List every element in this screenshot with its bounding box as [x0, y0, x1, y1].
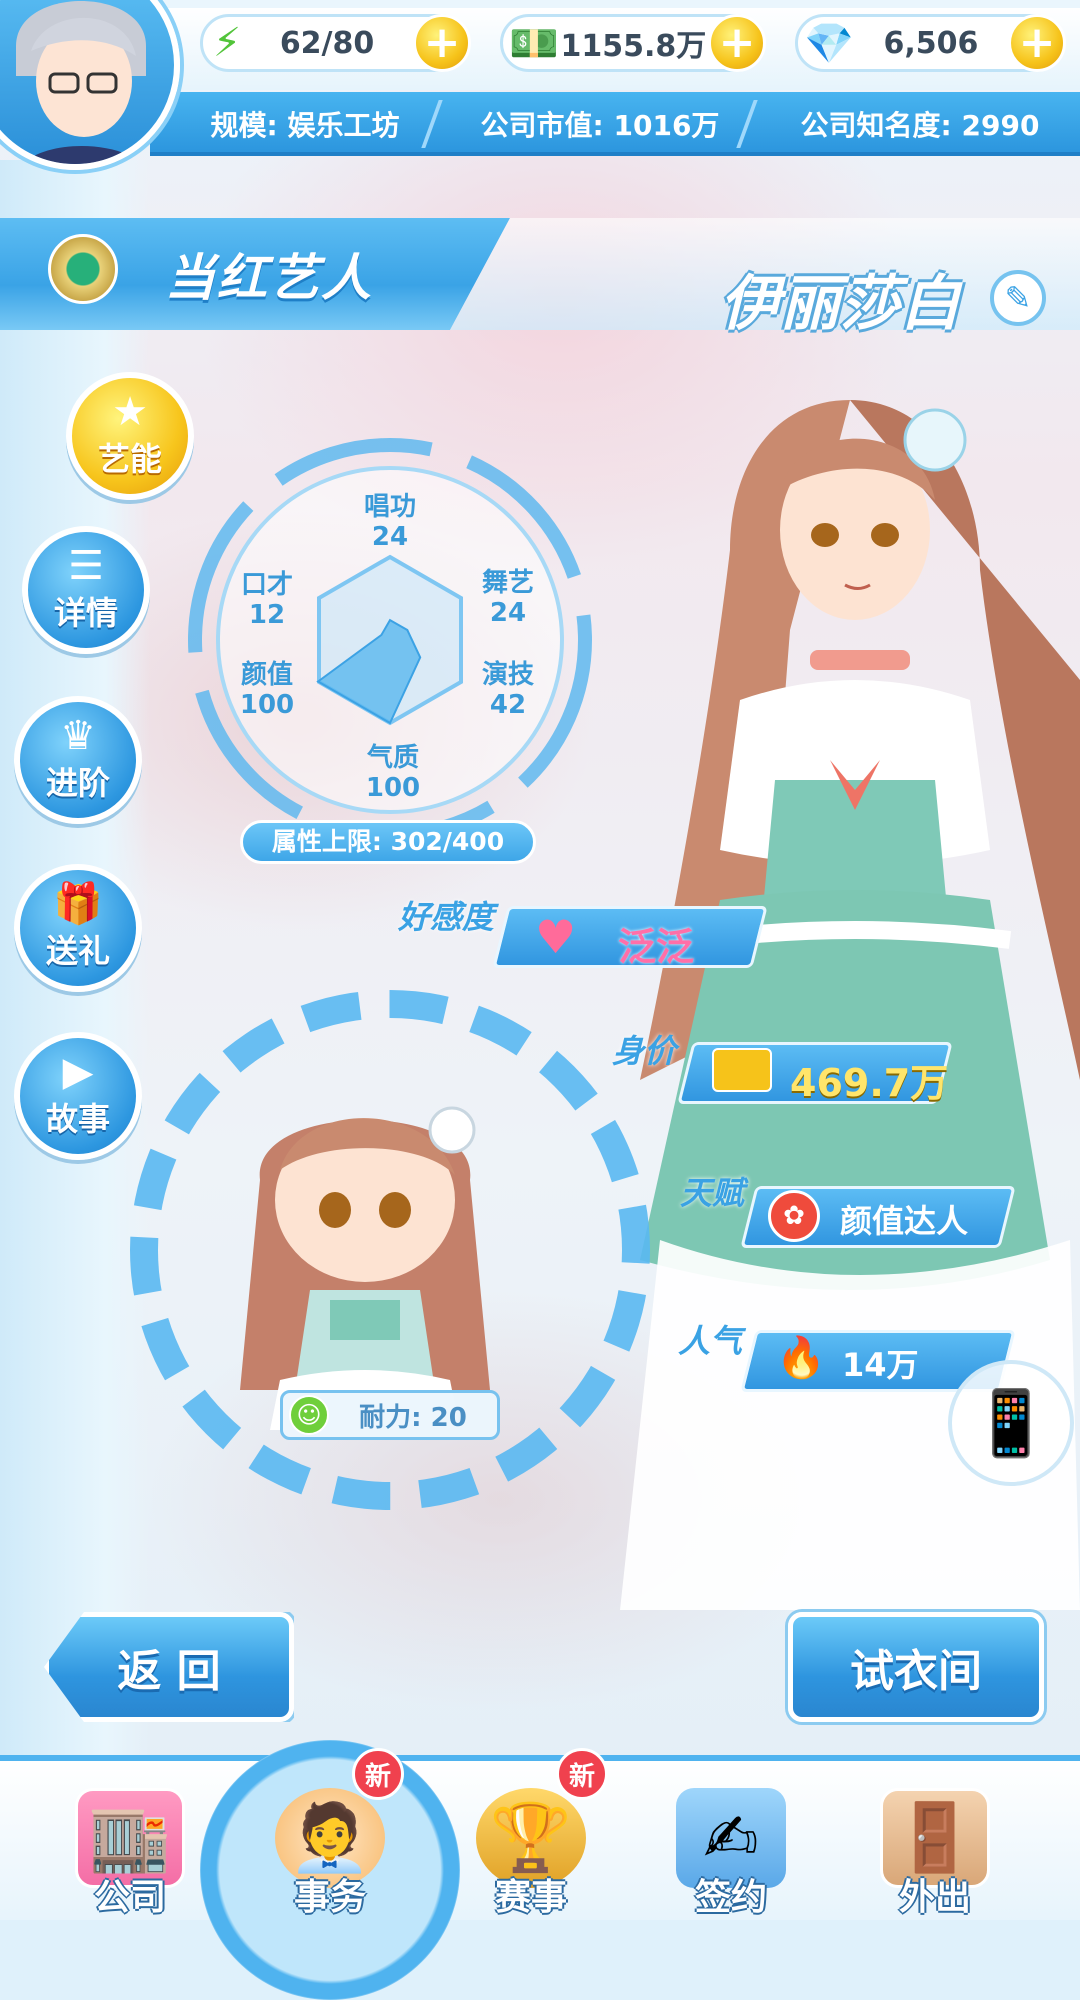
- attr-label: 口才: [240, 570, 293, 600]
- side-tab-label: 艺能: [97, 440, 162, 478]
- company-value: 公司市值: 1016万: [480, 109, 720, 142]
- attr-value: 100: [239, 690, 295, 720]
- cash-icon: 💵: [509, 20, 559, 67]
- tab-label: 外出: [898, 1877, 971, 1918]
- stamina-value: 耐力: 20: [359, 1402, 467, 1433]
- tab-label: 签约: [694, 1877, 767, 1918]
- favor-value: 泛泛: [618, 925, 695, 969]
- attr-value: 100: [365, 773, 421, 803]
- gift-icon: 🎁: [53, 881, 103, 927]
- talent-label: 天赋: [680, 1174, 745, 1212]
- popularity-label: 人气: [678, 1322, 743, 1360]
- add-money-button[interactable]: +: [708, 14, 766, 72]
- tab-contract[interactable]: ✍ 签约: [646, 1770, 816, 1920]
- side-tab-details[interactable]: ☰ 详情: [22, 526, 150, 654]
- attr-sing: 唱功 24: [335, 492, 445, 552]
- smile-icon: ☺: [289, 1395, 329, 1435]
- attr-value: 42: [489, 690, 527, 720]
- energy-value: 62/80: [279, 25, 375, 61]
- attr-label: 演技: [481, 660, 534, 690]
- attr-value: 24: [489, 598, 527, 628]
- tab-label: 事务: [293, 1877, 366, 1918]
- wardrobe-button[interactable]: 试衣间: [788, 1612, 1044, 1722]
- gem-icon: 💎: [804, 20, 854, 67]
- heart-icon: ♥: [535, 910, 577, 964]
- attr-label: 舞艺: [481, 568, 534, 598]
- rank-gem-icon: [48, 234, 118, 304]
- side-tab-advance[interactable]: ♛ 进阶: [14, 696, 142, 824]
- new-badge: 新: [352, 1748, 404, 1800]
- side-tab-label: 故事: [45, 1100, 110, 1138]
- money-stat: 💵 1155.8万 +: [500, 14, 766, 72]
- tab-company[interactable]: 🏬 公司: [45, 1770, 215, 1920]
- card-dollar-icon: [712, 1048, 772, 1092]
- energy-stat: ⚡ 62/80 +: [200, 14, 471, 72]
- attr-label: 气质: [366, 743, 419, 773]
- talent-value: 颜值达人: [840, 1202, 969, 1240]
- attr-temperament: 气质 100: [338, 743, 448, 803]
- attr-dance: 舞艺 24: [453, 568, 563, 628]
- attr-label: 唱功: [363, 492, 416, 522]
- company-fame: 公司知名度: 2990: [800, 109, 1040, 142]
- flame-icon: 🔥: [776, 1335, 826, 1381]
- popularity-value: 14万: [842, 1346, 919, 1384]
- add-energy-button[interactable]: +: [413, 14, 471, 72]
- tab-label: 公司: [93, 1877, 166, 1918]
- talent-badge-icon: ✿: [768, 1190, 820, 1242]
- play-icon: ▶: [62, 1049, 94, 1095]
- attr-looks: 颜值 100: [212, 660, 322, 720]
- favor-label: 好感度: [398, 898, 495, 936]
- gem-stat: 💎 6,506 +: [795, 14, 1066, 72]
- worth-value: 469.7万: [790, 1061, 949, 1105]
- artist-name: 伊丽莎白: [720, 269, 960, 339]
- page-title: 当红艺人: [165, 249, 373, 307]
- edit-name-button[interactable]: ✎: [990, 270, 1046, 326]
- attr-value: 24: [371, 522, 409, 552]
- side-tab-story[interactable]: ▶ 故事: [14, 1032, 142, 1160]
- pencil-icon: ✎: [1004, 279, 1032, 317]
- phone-button[interactable]: 📱: [948, 1360, 1074, 1486]
- chibi-character[interactable]: [220, 1060, 510, 1440]
- attr-value: 12: [248, 600, 286, 630]
- worth-label: 身价: [612, 1032, 677, 1070]
- attr-eloquence: 口才 12: [212, 570, 322, 630]
- add-gem-button[interactable]: +: [1008, 14, 1066, 72]
- side-tab-label: 详情: [53, 594, 118, 632]
- stamina-indicator: ☺ 耐力: 20: [280, 1390, 500, 1440]
- side-tab-label: 送礼: [45, 932, 110, 970]
- attr-label: 颜值: [240, 660, 293, 690]
- list-icon: ☰: [68, 543, 104, 589]
- new-badge: 新: [556, 1748, 608, 1800]
- company-scale: 规模: 娱乐工坊: [210, 109, 400, 142]
- star-icon: ★: [112, 389, 148, 435]
- back-button[interactable]: 返 回: [44, 1612, 294, 1722]
- attribute-limit: 属性上限: 302/400: [240, 820, 536, 864]
- gem-value: 6,506: [883, 25, 979, 61]
- side-tab-gift[interactable]: 🎁 送礼: [14, 864, 142, 992]
- money-value: 1155.8万: [560, 29, 707, 64]
- attr-acting: 演技 42: [453, 660, 563, 720]
- lightning-hourglass-icon: ⚡: [213, 20, 242, 66]
- tab-label: 赛事: [494, 1877, 567, 1918]
- crown-icon: ♛: [60, 713, 96, 759]
- side-tab-label: 进阶: [45, 764, 110, 802]
- phone-icon: 📱: [971, 1386, 1051, 1461]
- tab-outing[interactable]: 🚪 外出: [850, 1770, 1020, 1920]
